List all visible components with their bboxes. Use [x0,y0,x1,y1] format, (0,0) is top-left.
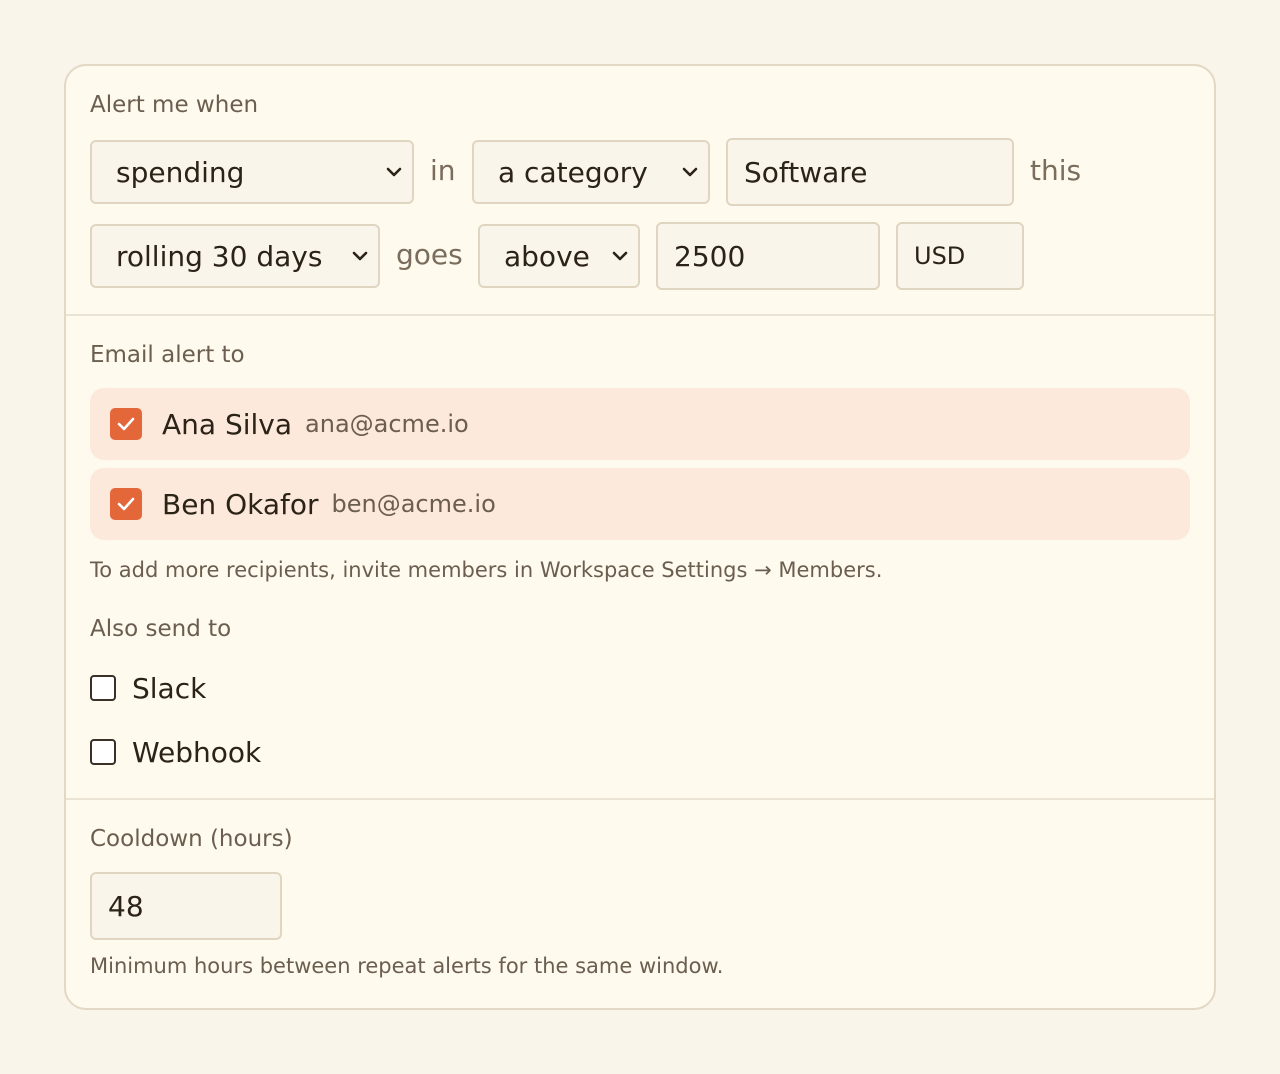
cooldown-value: 48 [108,889,144,923]
direction-select[interactable]: above [478,224,640,288]
connector-goes: goes [396,238,463,271]
webhook-option[interactable]: Webhook [90,732,261,772]
connector-in: in [430,154,456,187]
recipient-name: Ana Silva [162,407,293,441]
period-select[interactable]: rolling 30 days [90,224,380,288]
check-icon [117,417,135,431]
cooldown-heading: Cooldown (hours) [90,826,293,852]
slack-option[interactable]: Slack [90,668,206,708]
recipient-row[interactable]: Ben Okafor ben@acme.io [90,468,1190,540]
metric-select[interactable]: spending [90,140,414,204]
category-input-value: Software [744,155,868,189]
condition-section: Alert me when spending in a category Sof… [66,66,1214,316]
recipients-section: Email alert to Ana Silva ana@acme.io Ben… [66,316,1214,800]
metric-select-value: spending [116,155,245,189]
cooldown-hint: Minimum hours between repeat alerts for … [90,954,724,978]
amount-input-value: 2500 [674,239,746,273]
recipient-email: ben@acme.io [331,490,496,518]
recipients-hint: To add more recipients, invite members i… [90,558,883,582]
alert-rule-card: Alert me when spending in a category Sof… [64,64,1216,1010]
recipient-row[interactable]: Ana Silva ana@acme.io [90,388,1190,460]
cooldown-section: Cooldown (hours) 48 Minimum hours betwee… [66,800,1214,1008]
recipient-name: Ben Okafor [162,487,319,521]
condition-heading: Alert me when [90,92,259,118]
currency-value: USD [914,242,966,270]
chevron-down-icon [682,167,698,177]
recipient-checkbox[interactable] [110,488,142,520]
recipient-checkbox[interactable] [110,408,142,440]
category-input[interactable]: Software [726,138,1014,206]
currency-input[interactable]: USD [896,222,1024,290]
webhook-label: Webhook [132,735,262,769]
amount-input[interactable]: 2500 [656,222,880,290]
slack-label: Slack [132,671,207,705]
check-icon [117,497,135,511]
cooldown-input[interactable]: 48 [90,872,282,940]
chevron-down-icon [352,251,368,261]
email-heading: Email alert to [90,342,245,368]
chevron-down-icon [612,251,628,261]
chevron-down-icon [386,167,402,177]
direction-select-value: above [504,239,590,273]
period-select-value: rolling 30 days [116,239,323,273]
recipient-email: ana@acme.io [305,410,469,438]
webhook-checkbox[interactable] [90,739,116,765]
scope-select[interactable]: a category [472,140,710,204]
connector-this: this [1030,154,1082,187]
scope-select-value: a category [498,155,648,189]
also-send-heading: Also send to [90,616,232,642]
slack-checkbox[interactable] [90,675,116,701]
